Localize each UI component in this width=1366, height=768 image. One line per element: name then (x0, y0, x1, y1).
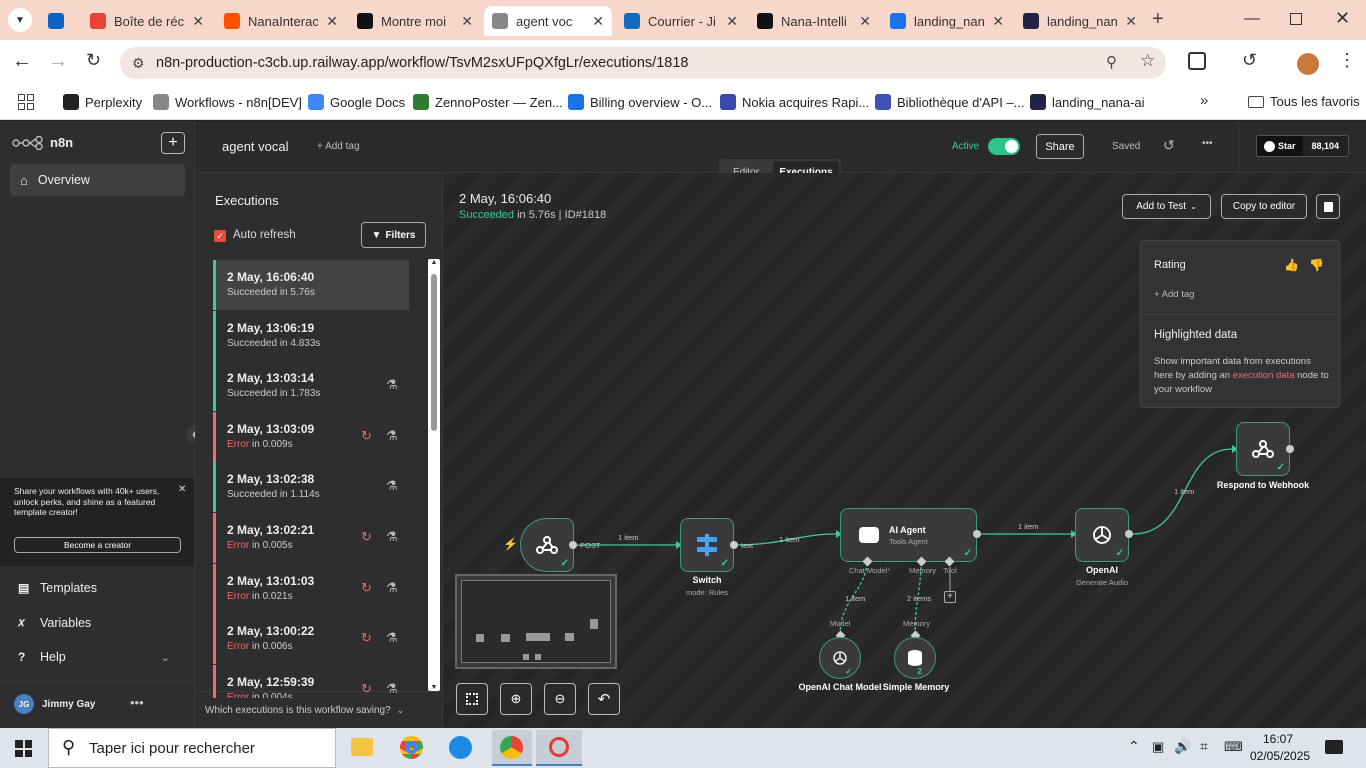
webhook-icon (536, 536, 558, 554)
volume-icon[interactable]: 🔊 (1174, 738, 1191, 755)
fullscreen-icon (466, 693, 478, 705)
memory-badge: 2 (917, 667, 922, 676)
edge-label-2: 1 item (779, 535, 800, 544)
minimap[interactable] (455, 574, 617, 669)
notifications-icon[interactable] (1325, 740, 1343, 754)
ai-agent-node[interactable]: AI Agent Tools Agent ✓ (840, 508, 977, 562)
app-icon[interactable] (449, 736, 472, 759)
memory-node-name: Simple Memory (882, 682, 950, 692)
robot-icon (859, 527, 879, 543)
webhook-icon (1252, 440, 1274, 458)
success-check-icon: ✓ (963, 548, 972, 559)
openai-icon (833, 651, 847, 665)
edge-label-memory: 2 items (907, 594, 932, 603)
tray-device-icon[interactable]: ▣ (1152, 739, 1164, 755)
reset-zoom-button[interactable]: ↶ (588, 683, 620, 715)
windows-start-icon[interactable] (15, 740, 32, 757)
trigger-lightning-icon: ⚡ (503, 537, 518, 551)
openai-node-name: OpenAI (1085, 565, 1118, 575)
success-check-icon: ✓ (1276, 462, 1285, 473)
switch-node[interactable]: ✓ (680, 518, 734, 572)
switch-node-name: Switch (692, 575, 722, 585)
edge-label-chat: 1 item (845, 594, 866, 603)
zoom-out-button[interactable]: ⊖ (544, 683, 576, 715)
ai-agent-node-name: AI Agent (889, 524, 926, 535)
workflow-connections (577, 445, 1238, 636)
edge-label-4: 1 item (1174, 487, 1195, 496)
memory-port-label: Memory (909, 566, 937, 575)
tray-chevron-up-icon[interactable]: ⌃ (1128, 738, 1140, 755)
success-check-icon: ✓ (845, 667, 852, 676)
openai-node[interactable]: ✓ (1075, 508, 1129, 562)
chrome-profile-icon[interactable] (492, 730, 532, 766)
file-explorer-icon[interactable] (351, 738, 373, 756)
edge-label-3: 1 item (1018, 522, 1039, 531)
chat-model-port-label: Chat Model* (849, 566, 891, 575)
zoom-in-button[interactable]: ⊕ (500, 683, 532, 715)
zoom-in-icon: ⊕ (510, 691, 522, 706)
chat-model-input-label: Model (830, 619, 851, 628)
ai-agent-output-port[interactable] (973, 530, 981, 538)
success-check-icon: ✓ (560, 558, 569, 569)
ai-agent-node-subtitle: Tools Agent (889, 536, 928, 546)
zoom-out-icon: ⊖ (554, 691, 566, 706)
memory-input-label: Memory (903, 619, 931, 628)
tool-port-label: Tool (943, 566, 957, 575)
network-icon[interactable]: ⌗ (1200, 738, 1208, 755)
search-icon: ⚲ (62, 737, 76, 757)
taskbar-search-input[interactable]: ⚲ Taper ici pour rechercher (48, 728, 336, 768)
clock-date[interactable]: 02/05/2025 (1250, 749, 1310, 763)
switch-icon (697, 534, 717, 556)
clock-time[interactable]: 16:07 (1263, 732, 1293, 746)
add-tool-button[interactable]: + (944, 591, 956, 603)
openai-chat-model-node[interactable]: ✓ (819, 637, 861, 679)
openai-icon (1093, 526, 1111, 544)
keyboard-icon[interactable]: ⌨ (1224, 739, 1243, 755)
undo-icon: ↶ (597, 691, 611, 708)
webhook-node[interactable]: ✓ (520, 518, 574, 572)
openai-node-subtitle: Generate Audio (1075, 578, 1129, 587)
webhook-output-port[interactable] (569, 541, 577, 549)
database-icon (908, 650, 922, 666)
success-check-icon: ✓ (1115, 548, 1124, 559)
success-check-icon: ✓ (720, 558, 729, 569)
search-placeholder: Taper ici pour rechercher (89, 739, 255, 757)
respond-node-name: Respond to Webhook (1216, 480, 1310, 490)
openai-output-port[interactable] (1125, 530, 1133, 538)
chrome-icon[interactable] (400, 736, 423, 759)
switch-node-subtitle: mode: Rules (685, 588, 729, 597)
webhook-output-label: POST (580, 541, 601, 550)
respond-output-port[interactable] (1286, 445, 1294, 453)
edge-label-1: 1 item (618, 533, 639, 542)
fit-view-button[interactable] (456, 683, 488, 715)
switch-output-port[interactable] (730, 541, 738, 549)
app-active-icon[interactable] (536, 730, 582, 766)
simple-memory-node[interactable]: 2 (894, 637, 936, 679)
respond-to-webhook-node[interactable]: ✓ (1236, 422, 1290, 476)
plus-icon: + (947, 591, 953, 602)
switch-output-label: text (741, 541, 754, 550)
